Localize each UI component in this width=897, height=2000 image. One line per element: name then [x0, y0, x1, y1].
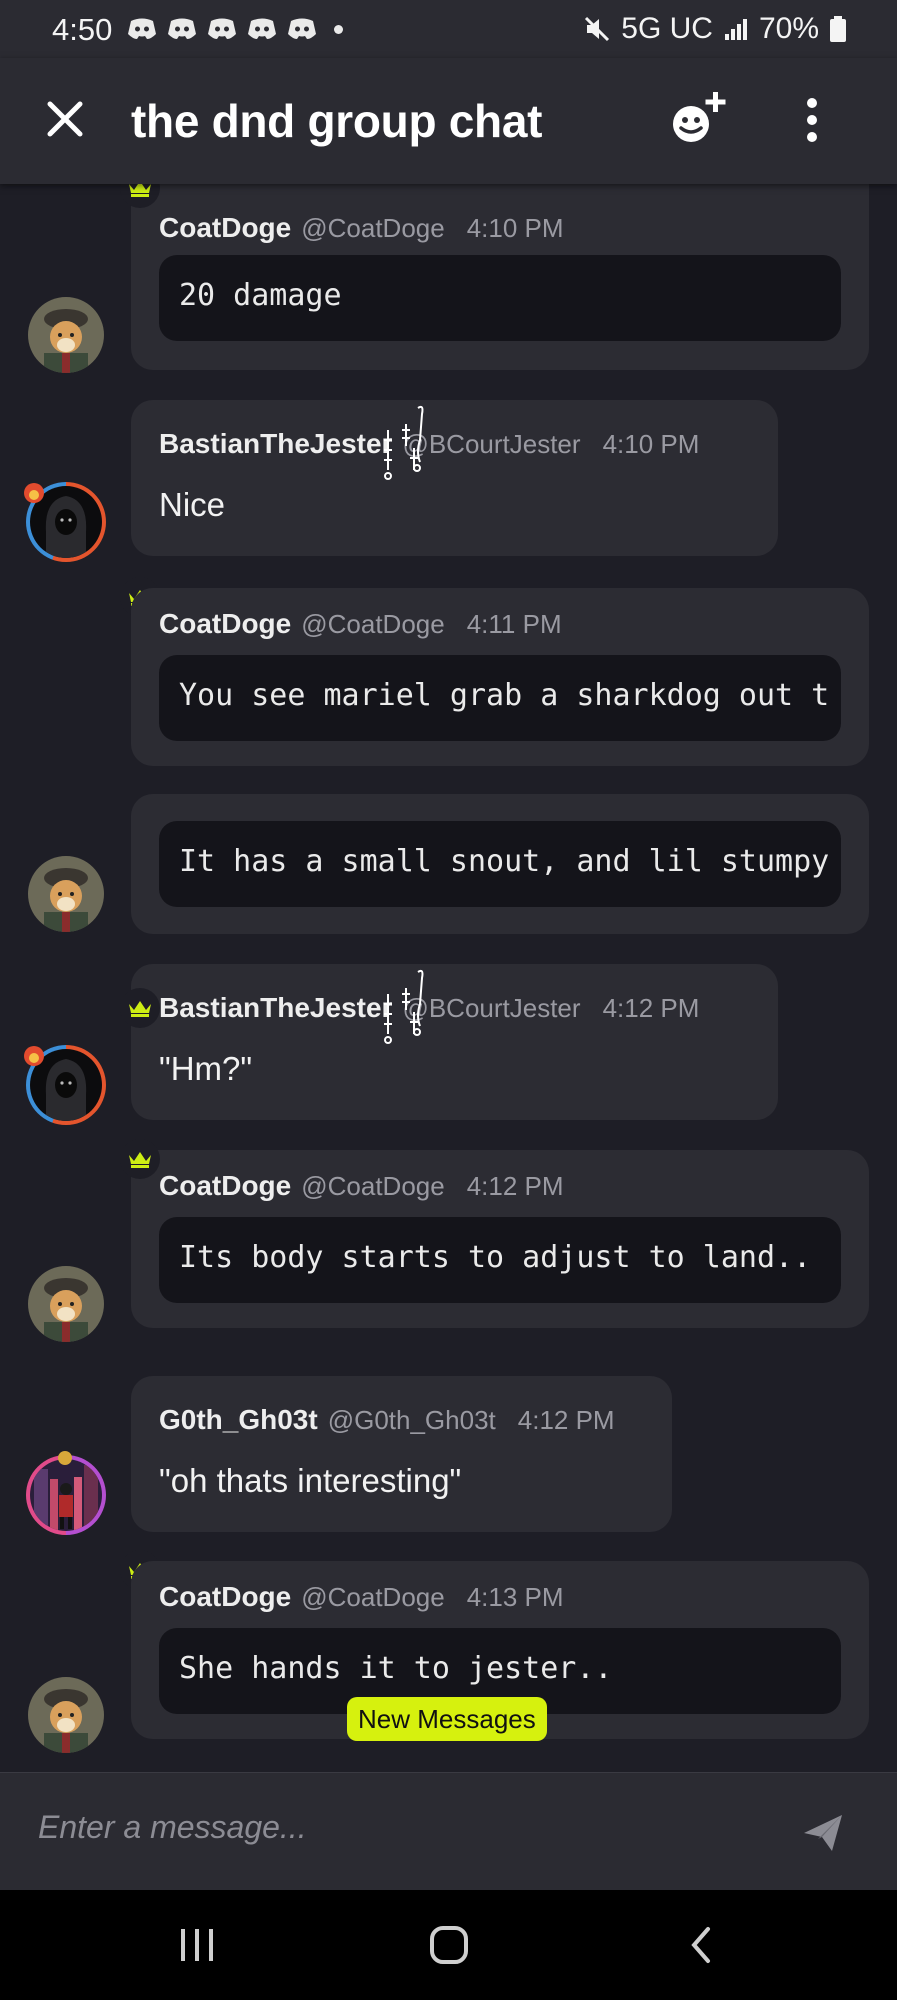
home-icon	[430, 1926, 468, 1964]
code-block: It has a small snout, and lil stumpy	[159, 821, 841, 907]
crown-badge	[120, 988, 160, 1028]
chat-title: the dnd group chat	[131, 95, 543, 147]
message-time: 4:11 PM	[466, 609, 562, 639]
signal-icon	[724, 19, 747, 40]
code-block: 20 damage	[159, 255, 841, 341]
message-time: 4:12 PM	[517, 1405, 615, 1435]
status-time: 4:50	[52, 12, 113, 47]
discord-icon	[248, 18, 276, 39]
message-bubble[interactable]: BastianTheJester @BCourtJester 4:12 PM "…	[131, 964, 778, 1120]
message-bubble[interactable]: CoatDoge @CoatDoge 4:12 PM Its body star…	[131, 1150, 869, 1328]
message-composer: Enter a message...	[0, 1772, 897, 1890]
send-button[interactable]	[800, 1809, 846, 1855]
message-time: 4:10 PM	[466, 213, 564, 243]
message-bubble[interactable]: CoatDoge @CoatDoge 4:11 PM You see marie…	[131, 588, 869, 766]
message-text: Nice	[159, 486, 226, 523]
recents-icon	[181, 1929, 213, 1961]
message-header: CoatDoge @CoatDoge 4:11 PM	[159, 608, 562, 640]
code-block: You see mariel grab a sharkdog out t	[159, 655, 841, 741]
home-button[interactable]	[424, 1920, 474, 1970]
message-text: "Hm?"	[159, 1050, 253, 1087]
back-icon	[691, 1927, 710, 1963]
avatar-coatdoge[interactable]	[28, 856, 104, 932]
city-figure-avatar-icon	[30, 1459, 102, 1531]
message-header: CoatDoge @CoatDoge 4:10 PM	[159, 212, 564, 244]
code-block: Its body starts to adjust to land..	[159, 1217, 841, 1303]
avatar-coatdoge[interactable]	[28, 1266, 104, 1342]
recents-button[interactable]	[172, 1920, 222, 1970]
mute-icon	[585, 16, 610, 42]
author-handle: @CoatDoge	[301, 1171, 445, 1201]
message-header: CoatDoge @CoatDoge 4:13 PM	[159, 1581, 564, 1613]
message-bubble[interactable]: G0th_Gh03t @G0th_Gh03t 4:12 PM "oh thats…	[131, 1376, 672, 1532]
author-name[interactable]: CoatDoge	[159, 1170, 291, 1202]
close-icon	[47, 101, 83, 137]
zalgo-glyphs-icon	[384, 969, 424, 1044]
dog-avatar-icon	[28, 1677, 104, 1753]
discord-icon	[168, 18, 196, 39]
author-name[interactable]: CoatDoge	[159, 212, 291, 244]
fire-emoji-icon	[24, 483, 44, 503]
battery-label: 70%	[758, 12, 819, 45]
back-button[interactable]	[676, 1920, 726, 1970]
dog-avatar-icon	[28, 297, 104, 373]
dog-avatar-icon	[28, 1266, 104, 1342]
code-text: You see mariel grab a sharkdog out t	[179, 678, 830, 713]
crown-badge	[120, 1139, 160, 1179]
avatar-goth-ghost[interactable]	[30, 1459, 102, 1531]
code-text: Its body starts to adjust to land..	[179, 1240, 812, 1275]
author-handle: @CoatDoge	[301, 213, 445, 243]
message-time: 4:12 PM	[466, 1171, 564, 1201]
zalgo-glyphs-icon	[384, 405, 424, 480]
system-nav-bar	[0, 1890, 897, 2000]
message-list[interactable]: CoatDoge @CoatDoge 4:10 PM 20 damage Bas…	[0, 184, 897, 1772]
network-label: 5G UC	[621, 12, 713, 45]
message-input[interactable]: Enter a message...	[38, 1809, 307, 1846]
message-header: G0th_Gh03t @G0th_Gh03t 4:12 PM	[159, 1404, 615, 1436]
status-right: 5G UC 70%	[583, 12, 847, 46]
author-name[interactable]: BastianTheJester	[159, 992, 392, 1024]
add-member-button[interactable]	[667, 88, 731, 150]
crown-icon	[129, 184, 151, 197]
message-text: "oh thats interesting"	[159, 1462, 462, 1499]
author-name[interactable]: CoatDoge	[159, 1581, 291, 1613]
avatar-coatdoge[interactable]	[28, 1677, 104, 1753]
notification-icons	[126, 16, 343, 42]
author-handle: @CoatDoge	[301, 1582, 445, 1612]
battery-icon	[830, 16, 846, 42]
badge-emoji-icon	[58, 1451, 72, 1465]
code-text: She hands it to jester..	[179, 1651, 613, 1686]
message-time: 4:10 PM	[602, 429, 700, 459]
chat-header: the dnd group chat	[0, 58, 897, 184]
more-notifications-dot	[334, 24, 343, 34]
message-bubble[interactable]: It has a small snout, and lil stumpy	[131, 794, 869, 934]
new-messages-button[interactable]: New Messages	[347, 1697, 547, 1741]
avatar-coatdoge[interactable]	[28, 297, 104, 373]
message-bubble[interactable]: BastianTheJester @BCourtJester 4:10 PM N…	[131, 400, 778, 556]
message-time: 4:12 PM	[602, 993, 700, 1023]
dog-avatar-icon	[28, 856, 104, 932]
more-options-button[interactable]	[790, 94, 834, 146]
more-options-icon	[807, 98, 817, 108]
send-icon	[804, 1815, 842, 1851]
author-name[interactable]: G0th_Gh03t	[159, 1404, 318, 1436]
discord-icon	[128, 18, 156, 39]
author-name[interactable]: CoatDoge	[159, 608, 291, 640]
message-bubble[interactable]: CoatDoge @CoatDoge 4:10 PM 20 damage	[131, 184, 869, 370]
author-handle: @CoatDoge	[301, 609, 445, 639]
author-handle: @G0th_Gh03t	[327, 1405, 496, 1435]
close-button[interactable]	[40, 94, 90, 144]
code-text: It has a small snout, and lil stumpy	[179, 844, 830, 879]
status-bar: 4:50 5G UC 70%	[0, 0, 897, 58]
code-text: 20 damage	[179, 278, 342, 313]
discord-icon	[288, 18, 316, 39]
crown-icon	[129, 1152, 151, 1168]
author-name[interactable]: BastianTheJester	[159, 428, 392, 460]
fire-emoji-icon	[24, 1046, 44, 1066]
discord-icon	[208, 18, 236, 39]
message-header: CoatDoge @CoatDoge 4:12 PM	[159, 1170, 564, 1202]
add-emoji-member-icon	[673, 92, 726, 142]
crown-icon	[129, 1001, 151, 1017]
message-time: 4:13 PM	[466, 1582, 564, 1612]
